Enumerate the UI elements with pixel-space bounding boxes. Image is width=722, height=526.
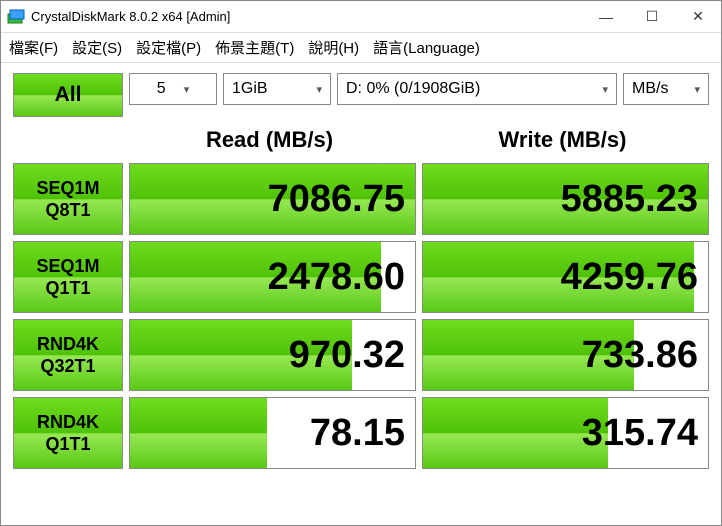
test-label-line1: SEQ1M [36,177,99,200]
menu-profile[interactable]: 設定檔(P) [136,37,201,58]
controls-row: All 5 ▾ 1GiB ▾ D: 0% (0/1908GiB) ▾ MB/s … [13,73,709,117]
read-header: Read (MB/s) [123,121,416,163]
window-title: CrystalDiskMark 8.0.2 x64 [Admin] [31,9,583,24]
runs-value: 5 [157,80,166,98]
test-label-line1: SEQ1M [36,255,99,278]
read-value: 970.32 [289,334,405,377]
result-bar [130,398,267,468]
chevron-down-icon: ▾ [694,83,700,96]
test-label-line2: Q8T1 [45,199,90,222]
titlebar: CrystalDiskMark 8.0.2 x64 [Admin] — ☐ ✕ [1,1,721,33]
runs-select[interactable]: 5 ▾ [129,73,217,105]
write-result-cell: 315.74 [422,397,709,469]
test-label-line1: RND4K [37,411,99,434]
read-value: 2478.60 [268,256,405,299]
write-result-cell: 4259.76 [422,241,709,313]
chevron-down-icon: ▾ [316,83,322,96]
run-test-button-seq1m-q8t1[interactable]: SEQ1MQ8T1 [13,163,123,235]
menu-file[interactable]: 檔案(F) [9,37,58,58]
run-test-button-seq1m-q1t1[interactable]: SEQ1MQ1T1 [13,241,123,313]
drive-select[interactable]: D: 0% (0/1908GiB) ▾ [337,73,617,105]
read-result-cell: 970.32 [129,319,416,391]
unit-value: MB/s [632,80,668,98]
menubar: 檔案(F) 設定(S) 設定檔(P) 佈景主題(T) 說明(H) 語言(Lang… [1,33,721,63]
run-all-button[interactable]: All [13,73,123,117]
result-bar [423,398,608,468]
app-icon [7,8,25,26]
close-button[interactable]: ✕ [675,1,721,33]
benchmark-row: SEQ1MQ8T1 7086.75 5885.23 [13,163,709,235]
read-result-cell: 2478.60 [129,241,416,313]
menu-settings[interactable]: 設定(S) [72,37,122,58]
drive-value: D: 0% (0/1908GiB) [346,80,480,98]
size-select[interactable]: 1GiB ▾ [223,73,331,105]
chevron-down-icon: ▾ [184,83,190,96]
test-label-line2: Q1T1 [45,433,90,456]
content-area: All 5 ▾ 1GiB ▾ D: 0% (0/1908GiB) ▾ MB/s … [1,63,721,485]
test-label-line2: Q1T1 [45,277,90,300]
read-result-cell: 78.15 [129,397,416,469]
write-header: Write (MB/s) [416,121,709,163]
column-headers: Read (MB/s) Write (MB/s) [13,121,709,163]
benchmark-row: RND4KQ32T1 970.32 733.86 [13,319,709,391]
maximize-button[interactable]: ☐ [629,1,675,33]
write-result-cell: 5885.23 [422,163,709,235]
write-result-cell: 733.86 [422,319,709,391]
benchmark-row: SEQ1MQ1T1 2478.60 4259.76 [13,241,709,313]
benchmark-row: RND4KQ1T1 78.15 315.74 [13,397,709,469]
minimize-button[interactable]: — [583,1,629,33]
run-test-button-rnd4k-q1t1[interactable]: RND4KQ1T1 [13,397,123,469]
read-result-cell: 7086.75 [129,163,416,235]
run-test-button-rnd4k-q32t1[interactable]: RND4KQ32T1 [13,319,123,391]
test-label-line1: RND4K [37,333,99,356]
menu-theme[interactable]: 佈景主題(T) [215,37,294,58]
write-value: 315.74 [582,412,698,455]
menu-language[interactable]: 語言(Language) [373,37,480,58]
size-value: 1GiB [232,80,268,98]
read-value: 78.15 [310,412,405,455]
chevron-down-icon: ▾ [602,83,608,96]
write-value: 4259.76 [561,256,698,299]
write-value: 5885.23 [561,178,698,221]
test-label-line2: Q32T1 [40,355,95,378]
menu-help[interactable]: 說明(H) [308,37,359,58]
write-value: 733.86 [582,334,698,377]
read-value: 7086.75 [268,178,405,221]
unit-select[interactable]: MB/s ▾ [623,73,709,105]
